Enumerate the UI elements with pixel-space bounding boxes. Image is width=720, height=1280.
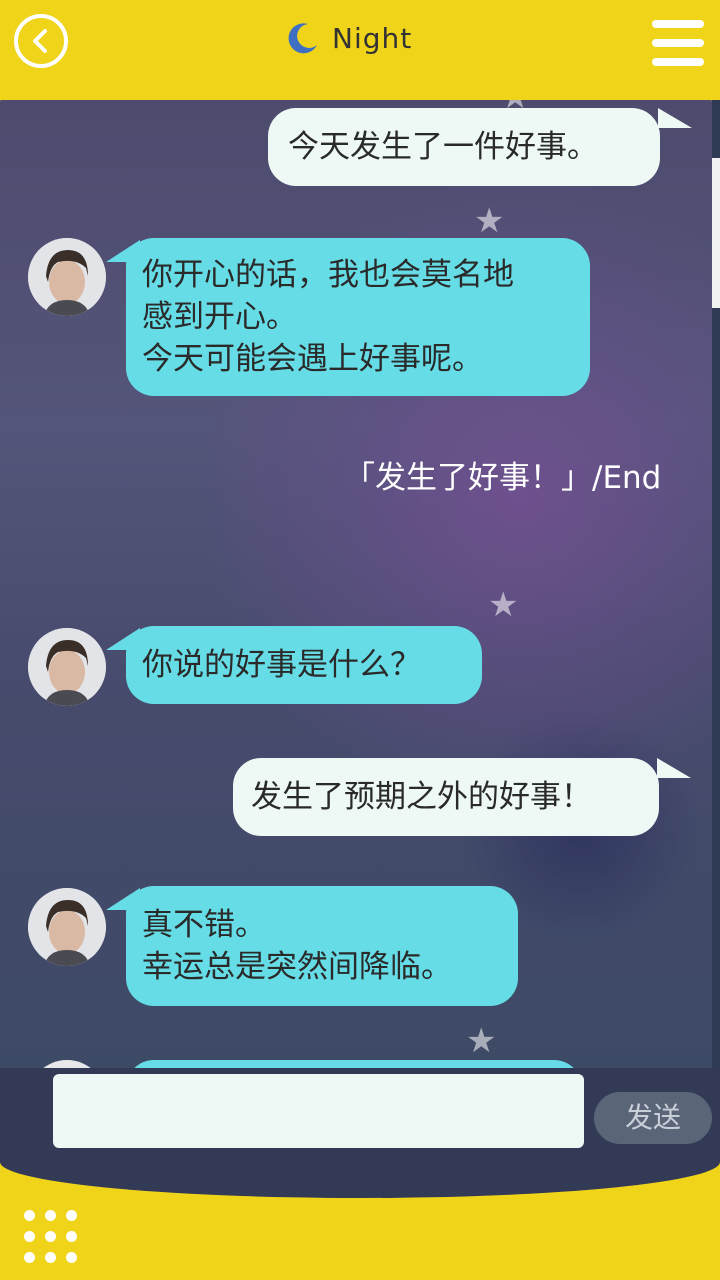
chat-log[interactable]: ★ ★ ★ ★ 今天发生了一件好事。 你开心的话，我也会莫名地 感到开心。 今天… [0, 78, 712, 1068]
message-input[interactable] [53, 1074, 584, 1148]
message-line: 你说的好事是什么？ [142, 647, 421, 683]
input-bar: 发送 [0, 1068, 720, 1198]
hamburger-menu-icon[interactable] [652, 20, 704, 66]
user-message: 发生了预期之外的好事！ [233, 758, 659, 836]
message-line: 你开心的话，我也会莫名地 [142, 257, 514, 293]
grid-menu-icon[interactable] [24, 1210, 78, 1264]
bubble-tail [657, 758, 691, 778]
system-message: 「发生了好事！」/End [344, 460, 662, 496]
title-area: Night [286, 18, 412, 58]
star-decoration: ★ [466, 1021, 497, 1061]
user-message: 今天发生了一件好事。 [268, 108, 660, 186]
send-button[interactable]: 发送 [594, 1092, 712, 1144]
avatar[interactable] [28, 238, 106, 316]
star-decoration: ★ [474, 201, 505, 241]
scroll-thumb[interactable] [712, 158, 720, 308]
message-line: 发生了预期之外的好事！ [251, 779, 592, 815]
star-decoration: ★ [488, 585, 519, 625]
moon-icon [286, 21, 320, 55]
message-line: 幸运总是突然间降临。 [142, 949, 452, 985]
message-line: 感到开心。 [142, 299, 297, 335]
header: Night [0, 0, 720, 100]
avatar[interactable] [28, 1060, 106, 1068]
message-line: 今天可能会遇上好事呢。 [142, 341, 483, 377]
bot-message: 你说的好事是什么？ [126, 626, 482, 704]
scrollbar[interactable] [712, 78, 720, 1068]
back-arrow-icon[interactable] [14, 14, 68, 68]
avatar[interactable] [28, 628, 106, 706]
bot-message: 你开心的话，我也会莫名地 感到开心。 今天可能会遇上好事呢。 [126, 238, 590, 396]
bot-message [126, 1060, 582, 1068]
page-title: Night [332, 21, 413, 55]
message-line: 真不错。 [142, 907, 266, 943]
bot-message: 真不错。 幸运总是突然间降临。 [126, 886, 518, 1006]
message-line: 今天发生了一件好事。 [288, 129, 598, 165]
bubble-tail [658, 108, 692, 128]
avatar[interactable] [28, 888, 106, 966]
